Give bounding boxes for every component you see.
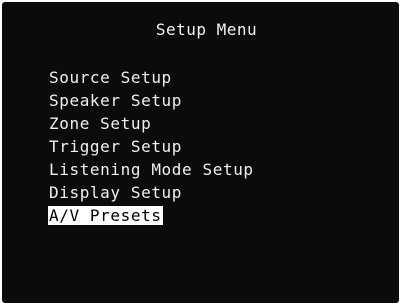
menu-item-label: Trigger Setup bbox=[49, 137, 183, 156]
osd-screen: Setup Menu Source Setup Speaker Setup Zo… bbox=[2, 2, 399, 303]
menu-item-speaker-setup[interactable]: Speaker Setup bbox=[48, 89, 255, 112]
menu-item-listening-mode-setup[interactable]: Listening Mode Setup bbox=[48, 158, 255, 181]
menu-item-label: A/V Presets bbox=[48, 206, 163, 225]
menu-item-source-setup[interactable]: Source Setup bbox=[48, 66, 255, 89]
menu-item-label: Zone Setup bbox=[49, 114, 152, 133]
setup-menu-list: Source Setup Speaker Setup Zone Setup Tr… bbox=[48, 66, 255, 227]
menu-item-label: Display Setup bbox=[49, 183, 183, 202]
menu-title: Setup Menu bbox=[155, 20, 258, 39]
menu-item-display-setup[interactable]: Display Setup bbox=[48, 181, 255, 204]
menu-item-label: Listening Mode Setup bbox=[49, 160, 254, 179]
menu-item-trigger-setup[interactable]: Trigger Setup bbox=[48, 135, 255, 158]
menu-item-label: Source Setup bbox=[49, 68, 172, 87]
menu-item-av-presets[interactable]: A/V Presets bbox=[48, 204, 255, 227]
menu-item-zone-setup[interactable]: Zone Setup bbox=[48, 112, 255, 135]
menu-item-label: Speaker Setup bbox=[49, 91, 183, 110]
